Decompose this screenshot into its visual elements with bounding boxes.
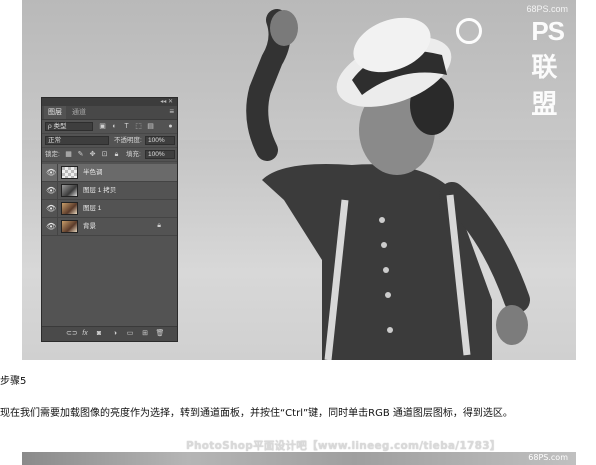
fx-icon[interactable]: fx bbox=[80, 329, 90, 339]
opacity-input[interactable]: 100% bbox=[145, 136, 175, 145]
lock-label: 锁定: bbox=[45, 151, 60, 158]
ps-logo-icon bbox=[456, 18, 482, 44]
layer-name: 图层 1 拷贝 bbox=[83, 187, 117, 194]
panel-tabs: 图层 通道 ≡ bbox=[42, 106, 177, 120]
tab-channels[interactable]: 通道 bbox=[68, 106, 90, 119]
layer-thumbnail bbox=[61, 166, 78, 179]
fill-label: 填充: bbox=[126, 151, 141, 158]
add-mask-icon[interactable]: ◙ bbox=[94, 329, 104, 339]
watermark-logo: PS联盟 bbox=[531, 16, 565, 119]
lock-artboard-icon[interactable]: ⊡ bbox=[100, 150, 109, 159]
trash-icon[interactable]: 🗑︎ bbox=[155, 329, 165, 339]
layer-thumbnail bbox=[61, 184, 78, 197]
layer-thumbnail bbox=[61, 202, 78, 215]
watermark-site: 68PS.com bbox=[526, 4, 568, 14]
visibility-eye-icon[interactable]: 👁︎ bbox=[46, 204, 56, 213]
panel-menu-icon[interactable]: ≡ bbox=[169, 107, 174, 116]
layer-filter-select[interactable]: ρ 类型 bbox=[45, 122, 93, 131]
lock-position-icon[interactable]: ✥ bbox=[88, 150, 97, 159]
type-filter-icon[interactable]: T bbox=[122, 122, 131, 131]
collapse-icon[interactable]: ◂◂ ✕ bbox=[160, 98, 173, 106]
layer-row-layer1-copy[interactable]: 👁︎ 图层 1 拷贝 bbox=[42, 182, 177, 200]
step-title: 步骤5 bbox=[0, 376, 27, 387]
pixel-filter-icon[interactable]: ▣ bbox=[98, 122, 107, 131]
layer-name: 背景 bbox=[83, 223, 96, 230]
row-divider bbox=[57, 182, 58, 199]
adjustment-layer-icon[interactable]: ◑ bbox=[110, 329, 120, 339]
tab-layers[interactable]: 图层 bbox=[44, 106, 66, 119]
forum-watermark: PhotoShop平面设计吧【www.lineeg.com/tieba/1783… bbox=[186, 440, 501, 452]
fill-input[interactable]: 100% bbox=[145, 150, 175, 159]
filter-toggle-icon[interactable]: ● bbox=[166, 122, 175, 131]
shape-filter-icon[interactable]: ⬚ bbox=[134, 122, 143, 131]
layer-list: 👁︎ 半色调 👁︎ 图层 1 拷贝 👁︎ 图层 1 👁︎ 背景 🔒︎ bbox=[42, 164, 177, 236]
panel-title-bar: ◂◂ ✕ bbox=[42, 98, 177, 106]
adjustment-filter-icon[interactable]: ◐ bbox=[110, 122, 119, 131]
visibility-eye-icon[interactable]: 👁︎ bbox=[46, 222, 56, 231]
layer-row-background[interactable]: 👁︎ 背景 🔒︎ bbox=[42, 218, 177, 236]
lock-icon: 🔒︎ bbox=[157, 222, 161, 229]
new-layer-icon[interactable]: ⊞ bbox=[140, 329, 150, 339]
visibility-eye-icon[interactable]: 👁︎ bbox=[46, 186, 56, 195]
lock-image-icon[interactable]: ✎ bbox=[76, 150, 85, 159]
visibility-eye-icon[interactable]: 👁︎ bbox=[46, 168, 56, 177]
opacity-label: 不透明度: bbox=[114, 137, 142, 144]
row-divider bbox=[57, 200, 58, 217]
blend-mode-select[interactable]: 正常 bbox=[45, 136, 109, 145]
next-image-strip: 68PS.com bbox=[22, 452, 576, 465]
layer-name: 图层 1 bbox=[83, 205, 102, 212]
smart-object-filter-icon[interactable]: ▤ bbox=[146, 122, 155, 131]
layer-thumbnail bbox=[61, 220, 78, 233]
row-divider bbox=[57, 218, 58, 235]
new-group-icon[interactable]: ▭ bbox=[125, 329, 135, 339]
filter-row: ρ 类型 ▣ ◐ T ⬚ ▤ ● bbox=[42, 120, 177, 134]
layers-panel: ◂◂ ✕ 图层 通道 ≡ ρ 类型 ▣ ◐ T ⬚ ▤ ● 正常 不透明度: 1… bbox=[41, 97, 178, 342]
layer-row-halftone[interactable]: 👁︎ 半色调 bbox=[42, 164, 177, 182]
row-divider bbox=[57, 164, 58, 181]
link-layers-icon[interactable]: ⊂⊃ bbox=[66, 329, 78, 339]
blend-row: 正常 不透明度: 100% bbox=[42, 134, 177, 148]
lock-row: 锁定: ▦ ✎ ✥ ⊡ 🔒︎ 填充: 100% bbox=[42, 148, 177, 162]
lock-all-icon[interactable]: 🔒︎ bbox=[112, 150, 121, 159]
layer-name: 半色调 bbox=[83, 169, 103, 176]
step-description: 现在我们需要加载图像的亮度作为选择，转到通道面板，并按住“Ctrl”键，同时单击… bbox=[0, 408, 513, 419]
panel-bottom-toolbar: ⊂⊃ fx ◙ ◑ ▭ ⊞ 🗑︎ bbox=[42, 326, 177, 341]
strip-watermark: 68PS.com bbox=[528, 453, 568, 462]
lock-transparent-icon[interactable]: ▦ bbox=[64, 150, 73, 159]
layer-row-layer1[interactable]: 👁︎ 图层 1 bbox=[42, 200, 177, 218]
